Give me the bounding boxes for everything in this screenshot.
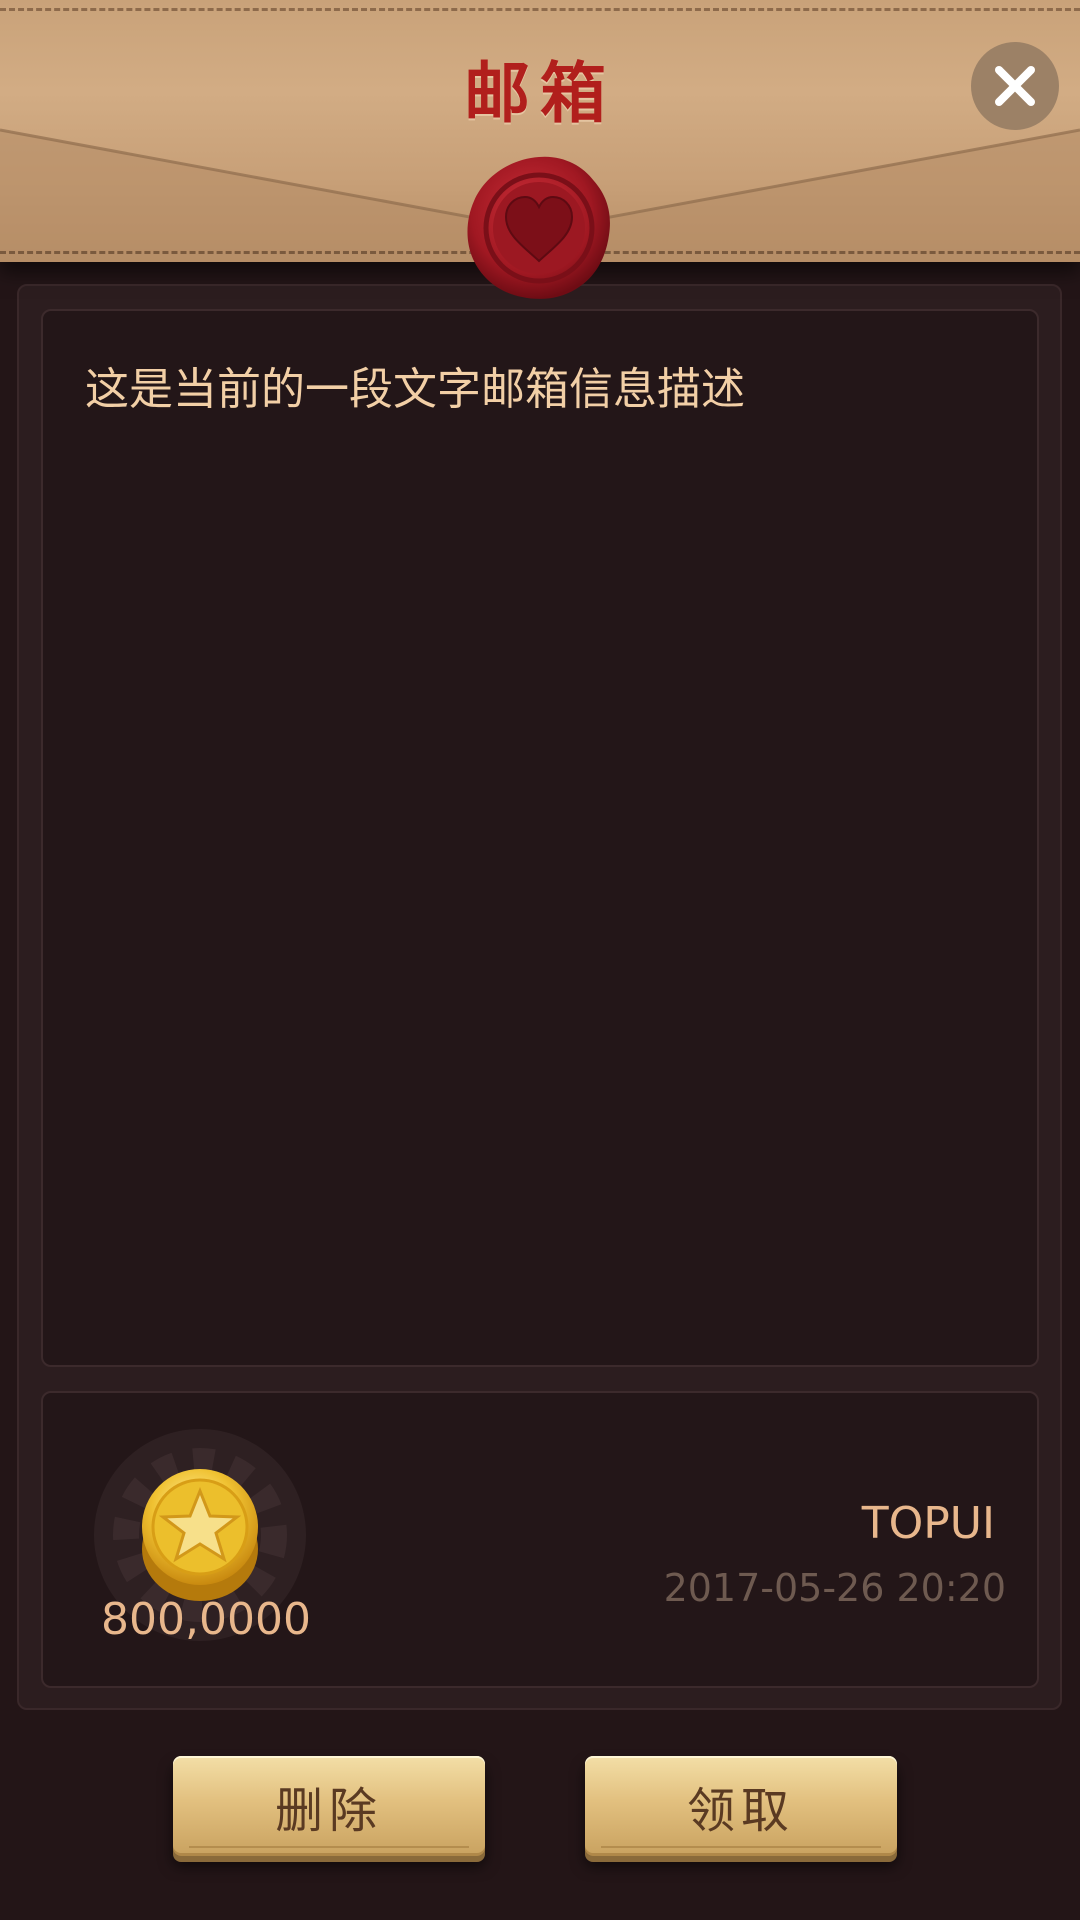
sender-name: TOPUI bbox=[861, 1498, 995, 1549]
close-button[interactable] bbox=[971, 42, 1059, 130]
top-stitching bbox=[0, 8, 1080, 11]
message-box bbox=[41, 309, 1039, 1367]
mail-datetime: 2017-05-26 20:20 bbox=[663, 1566, 1006, 1610]
delete-button[interactable]: 删除 bbox=[173, 1756, 485, 1856]
close-icon bbox=[995, 66, 1035, 106]
heart-wax-seal-icon bbox=[467, 156, 610, 299]
reward-amount: 800,0000 bbox=[101, 1594, 311, 1645]
page-title: 邮箱 bbox=[464, 55, 616, 132]
message-text: 这是当前的一段文字邮箱信息描述 bbox=[85, 364, 745, 415]
claim-button[interactable]: 领取 bbox=[585, 1756, 897, 1856]
